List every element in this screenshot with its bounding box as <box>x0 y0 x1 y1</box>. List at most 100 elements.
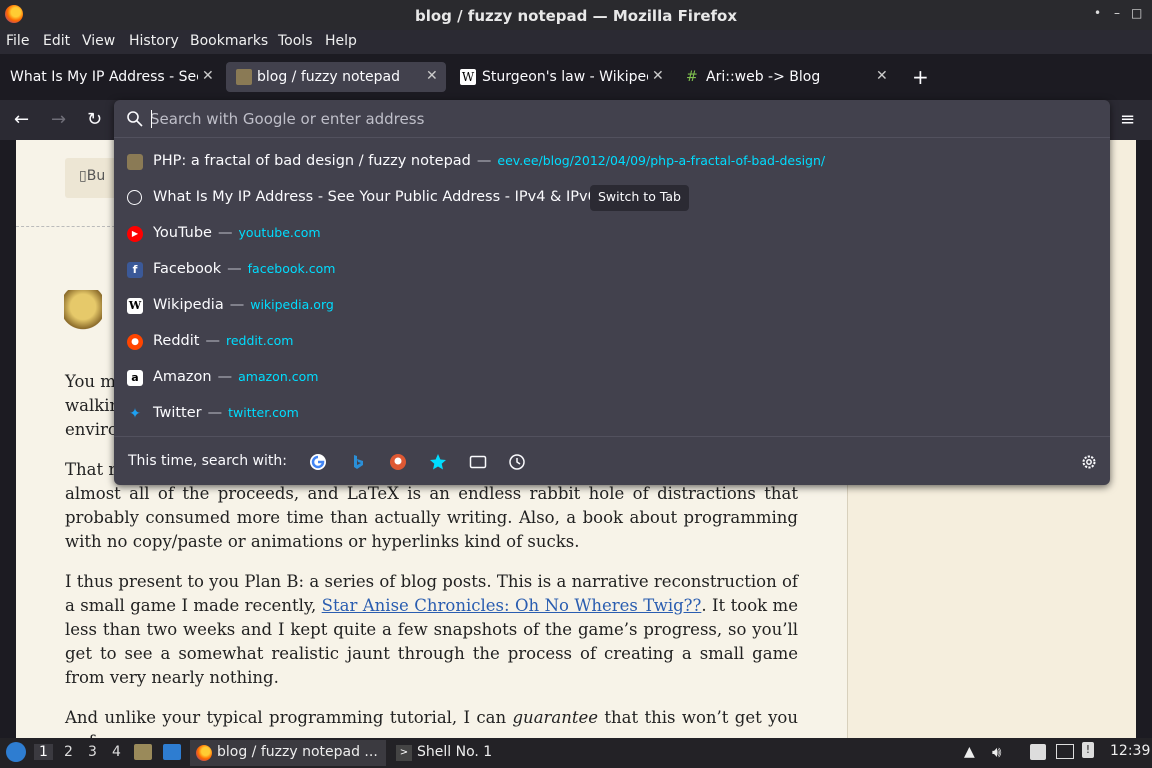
duckduckgo-icon[interactable] <box>389 453 407 471</box>
start-menu-icon[interactable] <box>6 742 26 762</box>
menu-tools[interactable]: Tools <box>278 33 313 49</box>
tab-close-icon[interactable]: ✕ <box>876 68 888 84</box>
clipboard-icon[interactable] <box>1030 744 1046 760</box>
suggestion-title: What Is My IP Address - See Your Public … <box>153 189 597 205</box>
window-title: blog / fuzzy notepad — Mozilla Firefox <box>414 7 738 25</box>
menu-bar: File Edit View History Bookmarks Tools H… <box>0 30 1152 54</box>
tab-label: What Is My IP Address - See <box>10 69 198 85</box>
menu-view[interactable]: View <box>82 33 115 49</box>
twitter-icon: ✦ <box>129 406 141 422</box>
urlbar-input[interactable] <box>150 107 1050 131</box>
suggestion-row[interactable]: ✦ Twitter — twitter.com <box>114 396 1110 432</box>
tab-fuzzy-notepad[interactable]: blog / fuzzy notepad ✕ <box>226 62 446 92</box>
suggestion-row[interactable]: ▶ YouTube — youtube.com <box>114 216 1110 252</box>
tray-up-icon[interactable]: ▲ <box>964 744 975 760</box>
suggestion-title: Reddit <box>153 333 200 349</box>
suggestion-row[interactable]: f Facebook — facebook.com <box>114 252 1110 288</box>
new-tab-button[interactable]: + <box>912 65 929 89</box>
workspace-3[interactable]: 3 <box>88 744 97 760</box>
bookmarks-star-icon[interactable] <box>429 453 447 471</box>
menu-help[interactable]: Help <box>325 33 357 49</box>
tab-close-icon[interactable]: ✕ <box>202 68 214 84</box>
one-off-search-bar: This time, search with: <box>114 436 1110 485</box>
suggestion-row[interactable]: W Wikipedia — wikipedia.org <box>114 288 1110 324</box>
desktop-icon[interactable] <box>163 744 181 760</box>
workspace-4[interactable]: 4 <box>112 744 121 760</box>
suggestion-row[interactable]: ● Reddit — reddit.com <box>114 324 1110 360</box>
menu-edit[interactable]: Edit <box>43 33 70 49</box>
google-icon[interactable] <box>309 453 327 471</box>
tab-sturgeons-law[interactable]: W Sturgeon's law - Wikipedi ✕ <box>452 62 670 92</box>
file-manager-icon[interactable] <box>134 744 152 760</box>
suggestion-title: Facebook <box>153 261 222 277</box>
suggestion-title: PHP: a fractal of bad design / fuzzy not… <box>153 153 471 169</box>
tab-label: blog / fuzzy notepad <box>257 69 400 85</box>
gear-icon[interactable] <box>1080 453 1098 471</box>
forward-button[interactable]: → <box>51 109 66 130</box>
suggestion-url: amazon.com <box>238 369 319 384</box>
suggestion-row[interactable]: PHP: a fractal of bad design / fuzzy not… <box>114 144 1110 180</box>
menu-history[interactable]: History <box>129 33 179 49</box>
volume-icon[interactable]: 🔊︎ <box>992 743 1001 761</box>
avatar <box>64 290 102 332</box>
menu-bookmarks[interactable]: Bookmarks <box>190 33 268 49</box>
window-titlebar: blog / fuzzy notepad — Mozilla Firefox •… <box>0 0 1152 30</box>
clock: 12:39 <box>1110 743 1151 759</box>
suggestion-title: Amazon <box>153 369 212 385</box>
tab-ip-address[interactable]: What Is My IP Address - See ✕ <box>4 62 222 92</box>
page-button-label: Bu <box>86 168 106 184</box>
suggestion-url: wikipedia.org <box>250 297 334 312</box>
history-clock-icon[interactable] <box>508 453 526 471</box>
suggestion-title: YouTube <box>153 225 212 241</box>
taskbar-firefox[interactable]: blog / fuzzy notepad ... <box>190 740 386 766</box>
app-menu-button[interactable]: ≡ <box>1120 109 1135 130</box>
tabs-icon[interactable] <box>469 453 487 471</box>
switch-to-tab-button[interactable]: Switch to Tab <box>590 185 689 211</box>
tab-ari-web[interactable]: # Ari::web -> Blog ✕ <box>678 62 896 92</box>
suggestion-row[interactable]: a Amazon — amazon.com <box>114 360 1110 396</box>
reddit-icon: ● <box>127 334 143 350</box>
bing-icon[interactable] <box>349 453 367 471</box>
taskbar-task-label: Shell No. 1 <box>417 744 493 760</box>
suggestion-url: youtube.com <box>238 225 321 240</box>
suggestion-title: Wikipedia <box>153 297 224 313</box>
tab-bar: What Is My IP Address - See ✕ blog / fuz… <box>0 54 1152 100</box>
taskbar-shell[interactable]: > Shell No. 1 <box>392 740 512 766</box>
network-icon[interactable] <box>1056 744 1074 759</box>
suggestion-row[interactable]: What Is My IP Address - See Your Public … <box>114 180 1110 216</box>
terminal-icon: > <box>396 745 412 761</box>
tab-close-icon[interactable]: ✕ <box>426 68 438 84</box>
taskbar-task-label: blog / fuzzy notepad ... <box>217 744 378 760</box>
youtube-icon: ▶ <box>127 226 143 242</box>
window-menu-button[interactable]: • <box>1094 6 1101 20</box>
tab-close-icon[interactable]: ✕ <box>652 68 664 84</box>
firefox-icon <box>196 745 212 761</box>
workspace-1[interactable]: 1 <box>34 744 53 760</box>
wikipedia-icon: W <box>127 298 143 314</box>
minimize-button[interactable]: – <box>1114 6 1120 20</box>
game-link[interactable]: Star Anise Chronicles: Oh No Wheres Twig… <box>322 596 702 615</box>
back-button[interactable]: ← <box>14 109 29 130</box>
menu-file[interactable]: File <box>6 33 29 49</box>
suggestion-url: reddit.com <box>225 333 294 348</box>
leaf-icon: # <box>686 69 698 85</box>
reload-button[interactable]: ↻ <box>87 109 102 130</box>
tab-label: Ari::web -> Blog <box>706 69 821 85</box>
owl-icon <box>127 154 143 170</box>
maximize-button[interactable]: □ <box>1131 6 1142 20</box>
book-icon: ▯ <box>79 168 87 184</box>
search-icon <box>127 111 143 127</box>
taskbar: 1 2 3 4 blog / fuzzy notepad ... > Shell… <box>0 738 1152 768</box>
suggestion-title: Twitter <box>153 405 202 421</box>
paragraph: I thus present to you Plan B: a series o… <box>65 572 798 687</box>
workspace-2[interactable]: 2 <box>64 744 73 760</box>
search-with-label: This time, search with: <box>128 453 287 469</box>
amazon-icon: a <box>127 370 143 386</box>
text-caret <box>151 110 152 128</box>
facebook-icon: f <box>127 262 143 278</box>
suggestion-url: facebook.com <box>247 261 336 276</box>
wikipedia-icon: W <box>460 69 476 85</box>
notification-icon[interactable]: ! <box>1082 742 1094 758</box>
urlbar <box>114 100 1110 138</box>
suggestion-url: twitter.com <box>228 405 299 420</box>
